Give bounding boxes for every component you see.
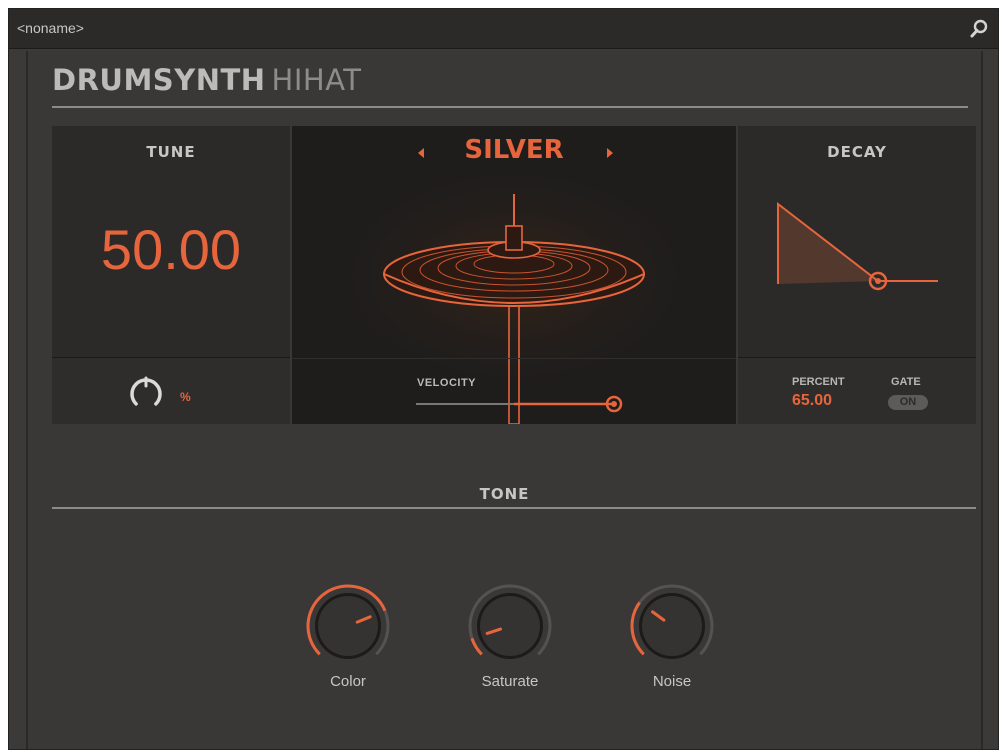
search-icon[interactable] [968,18,990,40]
knob-icon [306,584,390,659]
tone-title: TONE [479,485,530,503]
color-knob-label: Color [330,673,366,690]
decay-title: DECAY [827,143,887,161]
velocity-slider[interactable] [414,392,624,416]
noise-knob-label: Noise [652,673,692,690]
decay-controls: PERCENT 65.00 GATE ON [738,358,976,424]
sound-name[interactable]: SILVER [292,135,736,165]
hihat-icon [304,146,724,424]
header-divider [52,106,968,108]
decay-envelope[interactable] [768,194,948,294]
knob-icon [630,584,714,659]
velocity-label: VELOCITY [417,377,477,389]
gate-toggle[interactable]: ON [888,395,928,410]
drumsynth-panel: DRUMSYNTH HIHAT TUNE 50.00 % SILVER VELO… [26,51,983,749]
color-knob[interactable]: Color [298,581,398,706]
plugin-window: <noname> DRUMSYNTH HIHAT TUNE 50.00 % SI… [8,8,999,750]
title-bar: <noname> [9,9,998,49]
knob-icon [468,584,552,659]
instrument-header: DRUMSYNTH HIHAT [52,63,362,97]
visual-divider [292,358,736,359]
gate-label: GATE [891,376,921,388]
instrument-model: HIHAT [271,63,362,97]
instrument-brand: DRUMSYNTH [52,63,266,97]
sound-visual-section: SILVER VELOCITY [292,126,736,424]
tone-divider [52,507,976,509]
percent-value[interactable]: 65.00 [792,392,832,410]
noise-knob[interactable]: Noise [622,581,722,706]
decay-section[interactable]: DECAY [738,126,976,358]
preset-name[interactable]: <noname> [17,20,84,36]
tune-mode-knob[interactable] [124,372,168,412]
tune-controls: % [52,358,290,424]
percent-label: PERCENT [792,376,845,388]
tune-section[interactable]: TUNE 50.00 [52,126,290,358]
triangle-right-icon[interactable] [602,142,618,164]
velocity-handle-dot [611,401,617,407]
tune-value[interactable]: 50.00 [52,218,290,282]
tune-title: TUNE [146,143,196,161]
tune-unit[interactable]: % [180,390,191,404]
saturate-knob[interactable]: Saturate [460,581,560,706]
saturate-knob-label: Saturate [481,673,539,690]
